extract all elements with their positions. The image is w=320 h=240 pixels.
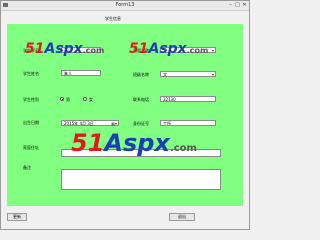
- class-name-label: 班级名称: [133, 72, 149, 77]
- birth-date-label: 出生日期: [23, 120, 39, 125]
- gender-label: 学生性别: [23, 97, 39, 102]
- watermark-logo-right: 51Aspx.com: [129, 41, 209, 57]
- app-window: Form13 – □ ✕ 学生信息 学生学号 学生姓名 学生性别 出生日期 家庭…: [0, 0, 250, 230]
- home-address-label: 家庭住址: [23, 145, 39, 150]
- class-name-select[interactable]: 文 ▾: [160, 71, 216, 77]
- title-bar: Form13 – □ ✕: [1, 1, 249, 11]
- calendar-icon[interactable]: ▦▾: [111, 121, 117, 126]
- phone-field[interactable]: 32130: [160, 96, 216, 102]
- window-title: Form13: [115, 2, 135, 8]
- watermark-logo-top: 51Aspx.com: [25, 41, 105, 57]
- birth-date-value: 2015年 4月 3日: [64, 121, 94, 126]
- phone-label: 联系电话: [133, 97, 149, 102]
- id-card-field[interactable]: 工所: [160, 120, 216, 126]
- gender-female-radio[interactable]: [83, 97, 87, 101]
- student-name-field[interactable]: 笨儿: [61, 70, 101, 76]
- class-name-value: 文: [163, 72, 167, 77]
- close-icon[interactable]: ✕: [241, 2, 248, 8]
- header-title: 学生信息: [105, 16, 121, 21]
- notes-label: 备注: [23, 165, 31, 170]
- notes-field[interactable]: [61, 169, 221, 190]
- chevron-down-icon: ▾: [211, 72, 214, 77]
- minimize-icon[interactable]: –: [227, 2, 234, 8]
- gender-male-label: 男: [66, 97, 70, 102]
- maximize-icon[interactable]: □: [234, 2, 241, 8]
- id-card-label: 身份证号: [133, 121, 149, 126]
- watermark-logo-center: 51Aspx.com: [71, 129, 197, 157]
- birth-date-picker[interactable]: 2015年 4月 3日 ▦▾: [61, 120, 119, 126]
- update-button[interactable]: 更新: [7, 213, 27, 221]
- chevron-down-icon: ▾: [211, 48, 214, 53]
- gender-female-label: 女: [89, 97, 93, 102]
- gender-male-radio[interactable]: [60, 97, 64, 101]
- exit-button[interactable]: 退出: [169, 213, 195, 221]
- student-name-label: 学生姓名: [23, 71, 39, 76]
